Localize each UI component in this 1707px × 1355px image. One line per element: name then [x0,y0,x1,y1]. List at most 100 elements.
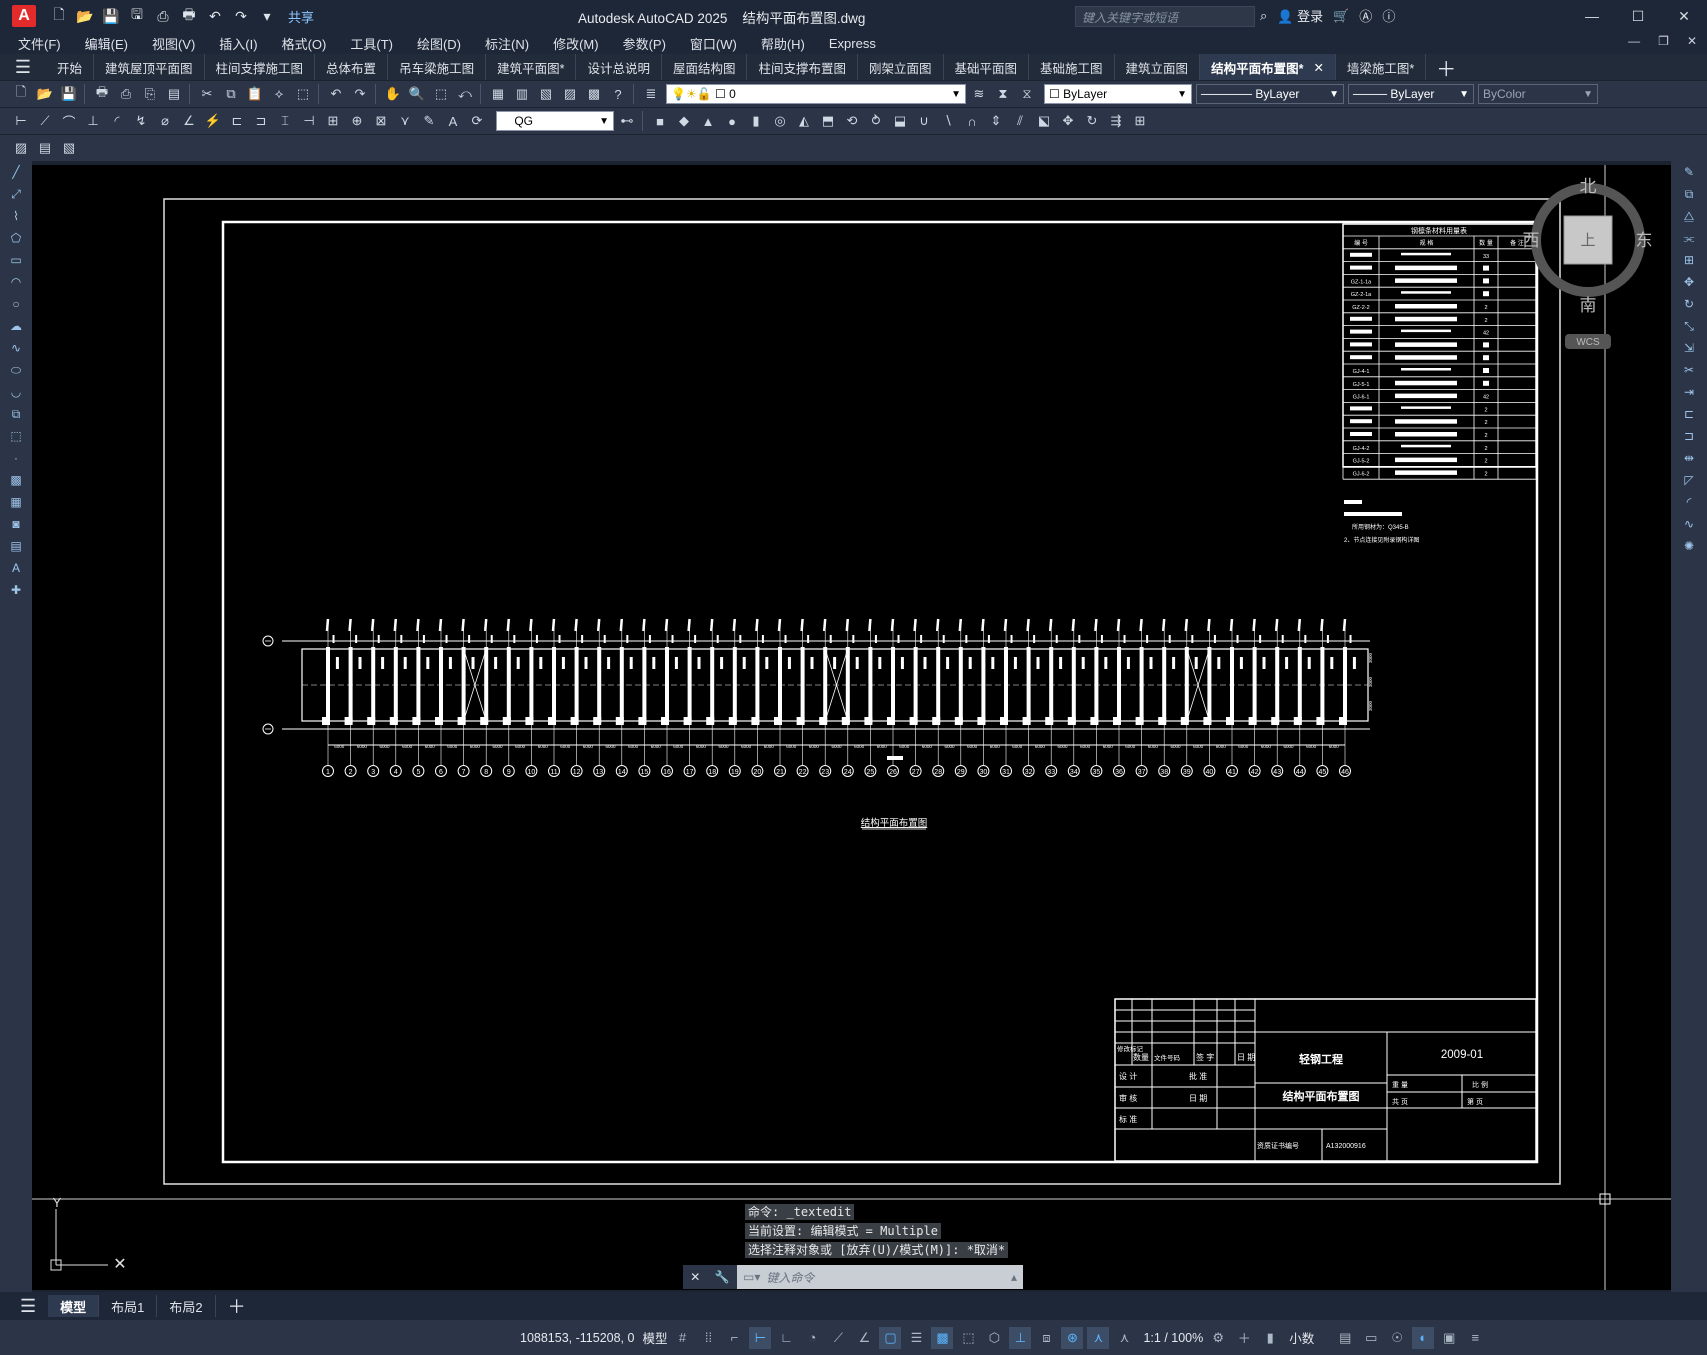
isometric-icon[interactable]: ⟋ [827,1327,849,1349]
menu-file[interactable]: 文件(F) [18,34,61,53]
infer-constraints-icon[interactable]: ⌐ [723,1327,745,1349]
diameter-dimension-icon[interactable]: ⌀ [154,110,176,132]
loft-icon[interactable]: ⬓ [889,110,911,132]
slice-icon[interactable]: ⫽ [1009,110,1031,132]
extend-icon[interactable]: ⇥ [1678,382,1700,402]
selection-cycling-icon[interactable]: ⬚ [957,1327,979,1349]
menu-help[interactable]: 帮助(H) [761,34,805,53]
chamfer-icon[interactable]: ◸ [1678,470,1700,490]
array-icon[interactable]: ⊞ [1678,250,1700,270]
copy-icon[interactable]: ⧉ [220,83,242,105]
plot-icon[interactable]: 🖶 [178,5,200,27]
arc-length-icon[interactable]: ⌒ [58,110,80,132]
tab-wall-beam[interactable]: 墙梁施工图* [1336,54,1427,80]
quick-properties-icon[interactable]: ▤ [1334,1327,1356,1349]
workspace-gear-icon[interactable]: ⚙ [1207,1327,1229,1349]
layer-previous-icon[interactable]: ⧗ [992,83,1014,105]
isolate-objects-icon[interactable]: ☉ [1386,1327,1408,1349]
ellipse-arc-icon[interactable]: ◡ [5,382,27,402]
tab-layout1[interactable]: 布局1 [99,1295,158,1317]
menu-edit[interactable]: 编辑(E) [85,34,128,53]
search-icon[interactable]: ⌕ [1260,8,1267,24]
revision-cloud-icon[interactable]: ☁ [5,316,27,336]
open-folder-icon[interactable]: 📂 [74,5,96,27]
polygon-icon[interactable]: ⬠ [5,228,27,248]
subtract-icon[interactable]: ∖ [937,110,959,132]
ellipse-icon[interactable]: ⬭ [5,360,27,380]
break-at-point-icon[interactable]: ⊏ [1678,404,1700,424]
layer-properties-icon[interactable]: ≣ [640,83,662,105]
tolerance-icon[interactable]: ⊞ [322,110,344,132]
pan-icon[interactable]: ✋ [382,83,404,105]
doc-close-button[interactable]: ✕ [1687,34,1697,48]
help-icon[interactable]: ⓘ [1382,6,1395,25]
menu-window[interactable]: 窗口(W) [690,34,737,53]
tab-column-bracing-layout[interactable]: 柱间支撑布置图 [747,54,858,80]
tab-building-elevation[interactable]: 建筑立面图 [1115,54,1201,80]
move-icon[interactable]: ✥ [1678,272,1700,292]
save-icon[interactable]: 💾 [100,5,122,27]
linear-dimension-icon[interactable]: ⊢ [10,110,32,132]
publish-icon[interactable]: ⎙ [152,5,174,27]
redo-toolbar-icon[interactable]: ↷ [349,83,371,105]
rotate-icon[interactable]: ↻ [1678,294,1700,314]
clean-screen-icon[interactable]: ▣ [1438,1327,1460,1349]
minimize-button[interactable]: — [1569,0,1615,32]
fillet-icon[interactable]: ◜ [1678,492,1700,512]
undo-toolbar-icon[interactable]: ↶ [325,83,347,105]
properties-icon[interactable]: ▦ [487,83,509,105]
dimension-update-icon[interactable]: ⟳ [466,110,488,132]
annotation-visibility-icon[interactable]: ⋏ [1087,1326,1110,1349]
dimstyle-dropdown[interactable]: QG ▼ [496,111,614,131]
region-icon[interactable]: ◙ [5,514,27,534]
plot-toolbar-icon[interactable]: 🖶 [91,83,113,105]
annotation-scale[interactable]: 1:1 / 100% [1143,1331,1203,1345]
pyramid-icon[interactable]: ◭ [793,110,815,132]
section-plane-icon[interactable]: ⬕ [1033,110,1055,132]
autocad-logo-icon[interactable]: A [12,5,36,27]
plotstyle-dropdown[interactable]: ByColor ▼ [1478,84,1598,104]
drawing-canvas[interactable]: 钢檩条材料用量表 编 号规 格数 量备 注 33 GZ-1-1a GZ-2-1a GZ-… [32,165,1671,1290]
units-icon[interactable]: ▮ [1259,1327,1281,1349]
annotation-monitor-icon[interactable]: ＋ [1233,1327,1255,1349]
scale-icon[interactable]: ⤡ [1678,316,1700,336]
make-current-layer-icon[interactable]: ≋ [968,83,990,105]
command-input[interactable]: 键入命令 [766,1269,814,1286]
help-toolbar-icon[interactable]: ? [607,83,629,105]
drawing-svg[interactable]: 钢檩条材料用量表 编 号规 格数 量备 注33GZ-1-1aGZ-2-1aGZ-… [32,165,1671,1290]
baseline-dimension-icon[interactable]: ⊏ [226,110,248,132]
menu-insert[interactable]: 插入(I) [219,34,257,53]
3d-move-icon[interactable]: ✥ [1057,110,1079,132]
construction-line-icon[interactable]: ⤢ [5,184,27,204]
recent-commands-icon[interactable]: ▴ [1011,1270,1017,1284]
tab-general-layout[interactable]: 总体布置 [315,54,389,80]
linetype-dropdown[interactable]: ────── ByLayer ▼ [1196,84,1344,104]
object-snap-icon[interactable]: ▢ [879,1326,902,1349]
make-block-icon[interactable]: ⬚ [5,426,27,446]
layer-states-icon[interactable]: ⧖ [1016,83,1038,105]
zoom-previous-icon[interactable]: ⤺ [454,83,476,105]
maximize-button[interactable]: ☐ [1615,0,1661,32]
redo-icon[interactable]: ↷ [230,5,252,27]
continue-dimension-icon[interactable]: ⊐ [250,110,272,132]
3d-object-snap-icon[interactable]: ⬡ [983,1327,1005,1349]
sweep-icon[interactable]: ⥁ [865,110,887,132]
dynamic-ucs-icon[interactable]: ⊥ [1009,1326,1032,1349]
arc-icon[interactable]: ◠ [5,272,27,292]
export-pdf-icon[interactable]: ▤ [163,83,185,105]
trim-icon[interactable]: ✂ [1678,360,1700,380]
doc-restore-button[interactable]: ❐ [1658,34,1669,48]
snap-mode-icon[interactable]: ⁞⁞ [697,1327,719,1349]
3d-align-icon[interactable]: ⇶ [1105,110,1127,132]
object-snap-tracking-icon[interactable]: ∠ [853,1327,875,1349]
close-window-button[interactable]: ✕ [1661,0,1707,32]
units-dropdown[interactable]: 小数 [1289,1328,1314,1347]
radius-dimension-icon[interactable]: ◜ [106,110,128,132]
paste-icon[interactable]: 📋 [244,83,266,105]
table-icon[interactable]: ▤ [5,536,27,556]
multiline-text-icon[interactable]: A [5,558,27,578]
point-icon[interactable]: · [5,448,27,468]
tab-roof-plan[interactable]: 建筑屋顶平面图 [94,54,205,80]
auto-scale-icon[interactable]: ⋏ [1113,1327,1135,1349]
cut-icon[interactable]: ✂ [196,83,218,105]
